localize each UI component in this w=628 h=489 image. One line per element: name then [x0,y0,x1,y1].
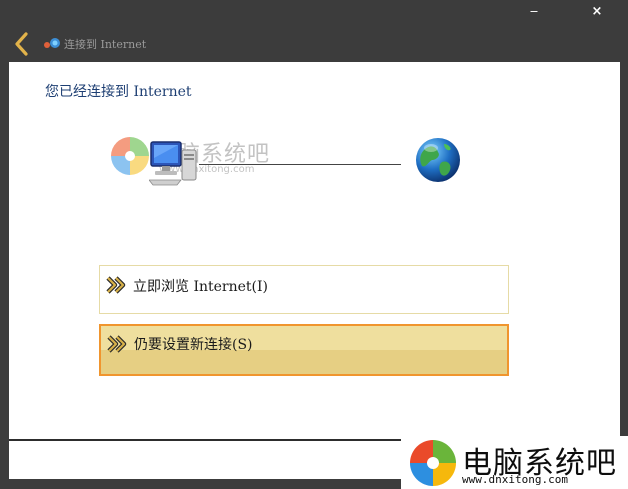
computer-icon [149,141,197,186]
connection-line [199,164,401,165]
double-chevron-right-icon [107,335,127,353]
setup-new-connection-option[interactable]: 仍要设置新连接(S) [99,324,509,376]
window-title: 连接到 Internet [64,38,147,51]
brand-watermark: 电脑系统吧 www.dnxitong.com [401,436,628,489]
page-heading: 您已经连接到 Internet [45,84,192,100]
wizard-content: 您已经连接到 Internet 电脑系统吧 www.dnxitong.com 立… [9,62,620,440]
brand-logo-icon [410,440,456,486]
browse-internet-label: 立即浏览 Internet(I) [133,279,268,295]
wizard-footer [9,441,409,479]
back-button[interactable] [10,30,36,58]
browse-internet-option[interactable]: 立即浏览 Internet(I) [99,265,509,314]
network-wizard-icon [44,38,60,48]
watermark-logo-icon [111,137,149,175]
brand-url: www.dnxitong.com [462,473,568,486]
back-arrow-icon [15,32,28,56]
title-bar: ‒ × 连接到 Internet [0,0,628,62]
double-chevron-right-icon [106,276,126,294]
minimize-button[interactable]: ‒ [519,2,549,22]
setup-new-connection-label: 仍要设置新连接(S) [134,337,253,353]
globe-icon [416,138,460,182]
close-button[interactable]: × [582,2,612,22]
